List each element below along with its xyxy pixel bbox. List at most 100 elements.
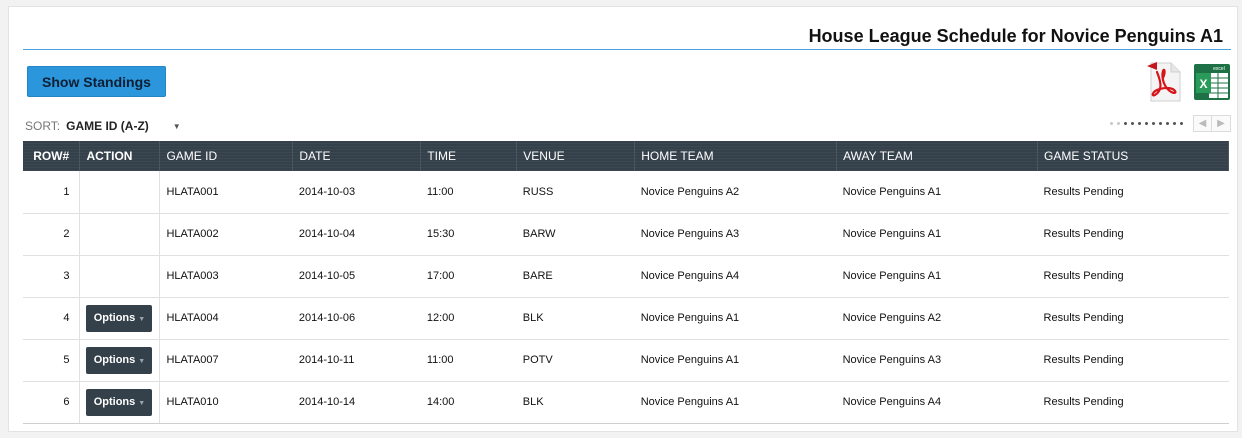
page-dot[interactable] xyxy=(1117,122,1120,125)
page-dots xyxy=(1108,122,1185,125)
home-team: Novice Penguins A1 xyxy=(634,339,837,382)
game-status: Results Pending xyxy=(1037,171,1229,214)
row-number: 6 xyxy=(23,381,81,424)
page-title: House League Schedule for Novice Penguin… xyxy=(808,26,1223,46)
schedule-panel: House League Schedule for Novice Penguin… xyxy=(8,6,1238,432)
game-status: Results Pending xyxy=(1037,213,1229,256)
svg-text:excel: excel xyxy=(1213,66,1225,72)
page-dot[interactable] xyxy=(1180,122,1183,125)
col-header-game-id[interactable]: GAME ID xyxy=(159,141,294,171)
sort-value[interactable]: GAME ID (A-Z) xyxy=(66,119,149,133)
away-team: Novice Penguins A1 xyxy=(836,171,1038,214)
options-button[interactable]: Options ▼ xyxy=(86,346,153,374)
venue: POTV xyxy=(516,339,635,382)
table-row: 6 Options ▼ HLATA010 2014-10-14 14:00 BLK… xyxy=(23,381,1229,424)
away-team: Novice Penguins A3 xyxy=(836,339,1038,382)
page-dot[interactable] xyxy=(1145,122,1148,125)
pdf-icon[interactable] xyxy=(1147,62,1183,102)
table-body: 1 HLATA001 2014-10-03 11:00 RUSS Novice … xyxy=(23,171,1229,424)
sort-control[interactable]: SORT: GAME ID (A-Z) ▼ xyxy=(25,119,181,133)
away-team: Novice Penguins A2 xyxy=(836,297,1038,340)
home-team: Novice Penguins A2 xyxy=(634,171,837,214)
venue: BLK xyxy=(516,297,635,340)
row-number: 3 xyxy=(23,255,81,298)
table-row: 1 HLATA001 2014-10-03 11:00 RUSS Novice … xyxy=(23,171,1229,214)
col-header-game-status[interactable]: GAME STATUS xyxy=(1037,141,1229,171)
game-id: HLATA002 xyxy=(159,213,293,256)
venue: BLK xyxy=(516,381,635,424)
schedule-table: ROW# ACTION GAME ID DATE TIME VENUE HOME… xyxy=(23,141,1229,424)
game-date: 2014-10-04 xyxy=(292,213,421,256)
action-cell xyxy=(79,171,161,214)
table-row: 2 HLATA002 2014-10-04 15:30 BARW Novice … xyxy=(23,213,1229,256)
game-time: 17:00 xyxy=(420,255,517,298)
chevron-down-icon: ▼ xyxy=(138,358,146,365)
page-dot[interactable] xyxy=(1173,122,1176,125)
table-header-row: ROW# ACTION GAME ID DATE TIME VENUE HOME… xyxy=(23,141,1229,171)
title-divider xyxy=(23,49,1231,50)
venue: BARE xyxy=(516,255,635,298)
home-team: Novice Penguins A1 xyxy=(634,381,837,424)
chevron-down-icon: ▼ xyxy=(138,400,146,407)
chevron-down-icon[interactable]: ▼ xyxy=(173,122,181,131)
game-status: Results Pending xyxy=(1037,381,1229,424)
row-number: 2 xyxy=(23,213,81,256)
options-button[interactable]: Options ▼ xyxy=(86,304,153,332)
game-id: HLATA007 xyxy=(159,339,293,382)
home-team: Novice Penguins A4 xyxy=(634,255,837,298)
page-dot[interactable] xyxy=(1159,122,1162,125)
game-status: Results Pending xyxy=(1037,255,1229,298)
col-header-row[interactable]: ROW# xyxy=(23,141,81,171)
row-number: 1 xyxy=(23,171,81,214)
game-id: HLATA001 xyxy=(159,171,293,214)
col-header-home-team[interactable]: HOME TEAM xyxy=(634,141,838,171)
game-time: 12:00 xyxy=(420,297,517,340)
table-row: 4 Options ▼ HLATA004 2014-10-06 12:00 BLK… xyxy=(23,297,1229,340)
page-dot[interactable] xyxy=(1124,122,1127,125)
col-header-venue[interactable]: VENUE xyxy=(516,141,636,171)
show-standings-button[interactable]: Show Standings xyxy=(27,66,166,97)
options-label: Options xyxy=(93,312,136,324)
pagination: ◀ ▶ xyxy=(1108,115,1231,132)
page-dot[interactable] xyxy=(1110,122,1113,125)
game-date: 2014-10-03 xyxy=(292,171,421,214)
game-date: 2014-10-14 xyxy=(292,381,421,424)
page-dot[interactable] xyxy=(1166,122,1169,125)
game-status: Results Pending xyxy=(1037,297,1229,340)
row-number: 5 xyxy=(23,339,81,382)
action-cell: Options ▼ xyxy=(79,297,161,340)
row-number: 4 xyxy=(23,297,81,340)
col-header-date[interactable]: DATE xyxy=(292,141,422,171)
page-dot[interactable] xyxy=(1152,122,1155,125)
chevron-right-icon[interactable]: ▶ xyxy=(1212,115,1231,132)
game-status: Results Pending xyxy=(1037,339,1229,382)
away-team: Novice Penguins A1 xyxy=(836,255,1038,298)
col-header-time[interactable]: TIME xyxy=(420,141,518,171)
game-date: 2014-10-06 xyxy=(292,297,421,340)
chevron-down-icon: ▼ xyxy=(138,316,146,323)
page-dot[interactable] xyxy=(1138,122,1141,125)
venue: BARW xyxy=(516,213,635,256)
game-time: 15:30 xyxy=(420,213,517,256)
svg-text:X: X xyxy=(1199,77,1207,91)
game-id: HLATA003 xyxy=(159,255,293,298)
game-id: HLATA004 xyxy=(159,297,293,340)
options-label: Options xyxy=(93,354,136,366)
game-time: 11:00 xyxy=(420,171,517,214)
col-header-away-team[interactable]: AWAY TEAM xyxy=(836,141,1039,171)
away-team: Novice Penguins A1 xyxy=(836,213,1038,256)
excel-icon[interactable]: X excel xyxy=(1193,63,1231,101)
page-dot[interactable] xyxy=(1131,122,1134,125)
action-cell xyxy=(79,213,161,256)
venue: RUSS xyxy=(516,171,635,214)
chevron-left-icon[interactable]: ◀ xyxy=(1193,115,1212,132)
col-header-action[interactable]: ACTION xyxy=(79,141,161,171)
options-button[interactable]: Options ▼ xyxy=(86,388,153,416)
game-date: 2014-10-11 xyxy=(292,339,421,382)
table-row: 5 Options ▼ HLATA007 2014-10-11 11:00 POT… xyxy=(23,339,1229,382)
game-time: 14:00 xyxy=(420,381,517,424)
table-row: 3 HLATA003 2014-10-05 17:00 BARE Novice … xyxy=(23,255,1229,298)
action-cell: Options ▼ xyxy=(79,381,161,424)
game-date: 2014-10-05 xyxy=(292,255,421,298)
options-label: Options xyxy=(93,396,136,408)
